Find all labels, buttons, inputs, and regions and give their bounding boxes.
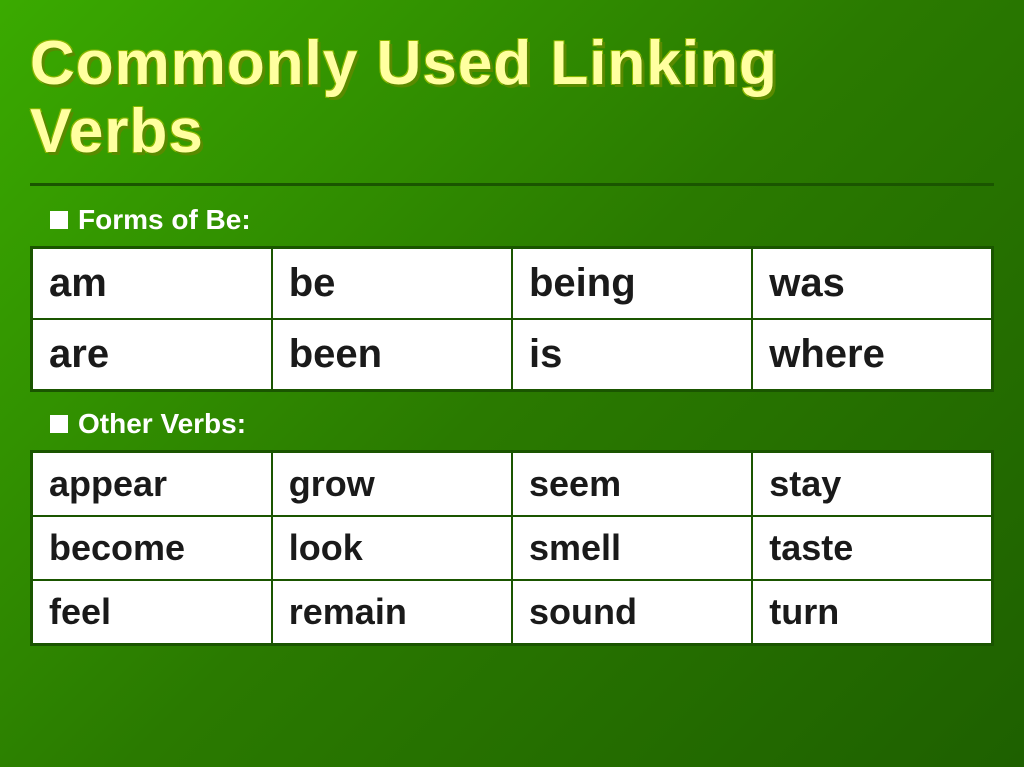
bullet-icon	[50, 211, 68, 229]
table-row: arebeeniswhere	[32, 319, 993, 391]
table-cell: grow	[272, 452, 512, 517]
forms-of-be-table: ambebeingwasarebeeniswhere	[30, 246, 994, 392]
table-cell: seem	[512, 452, 752, 517]
table-cell: turn	[752, 580, 992, 645]
table-cell: stay	[752, 452, 992, 517]
table-cell: smell	[512, 516, 752, 580]
other-verbs-section: Other Verbs: appeargrowseemstaybecomeloo…	[30, 408, 994, 646]
forms-of-be-label: Forms of Be:	[50, 204, 994, 236]
table-cell: am	[32, 248, 272, 320]
table-row: becomelooksmelltaste	[32, 516, 993, 580]
title-line2: Verbs	[30, 97, 204, 166]
forms-of-be-section: Forms of Be: ambebeingwasarebeeniswhere	[30, 204, 994, 392]
page-title: Commonly Used Linking Verbs	[30, 30, 994, 166]
table-cell: are	[32, 319, 272, 391]
table-cell: being	[512, 248, 752, 320]
bullet-icon-2	[50, 415, 68, 433]
table-row: ambebeingwas	[32, 248, 993, 320]
table-cell: where	[752, 319, 992, 391]
title-line1: Commonly Used Linking	[30, 29, 778, 98]
table-cell: look	[272, 516, 512, 580]
table-cell: sound	[512, 580, 752, 645]
table-cell: is	[512, 319, 752, 391]
table-row: feelremainsoundturn	[32, 580, 993, 645]
table-cell: be	[272, 248, 512, 320]
table-cell: become	[32, 516, 272, 580]
table-row: appeargrowseemstay	[32, 452, 993, 517]
title-divider	[30, 183, 994, 186]
table-cell: remain	[272, 580, 512, 645]
table-cell: feel	[32, 580, 272, 645]
table-cell: taste	[752, 516, 992, 580]
table-cell: was	[752, 248, 992, 320]
table-cell: appear	[32, 452, 272, 517]
page-container: Commonly Used Linking Verbs Forms of Be:…	[0, 0, 1024, 767]
other-verbs-label: Other Verbs:	[50, 408, 994, 440]
table-cell: been	[272, 319, 512, 391]
other-verbs-table: appeargrowseemstaybecomelooksmelltastefe…	[30, 450, 994, 646]
